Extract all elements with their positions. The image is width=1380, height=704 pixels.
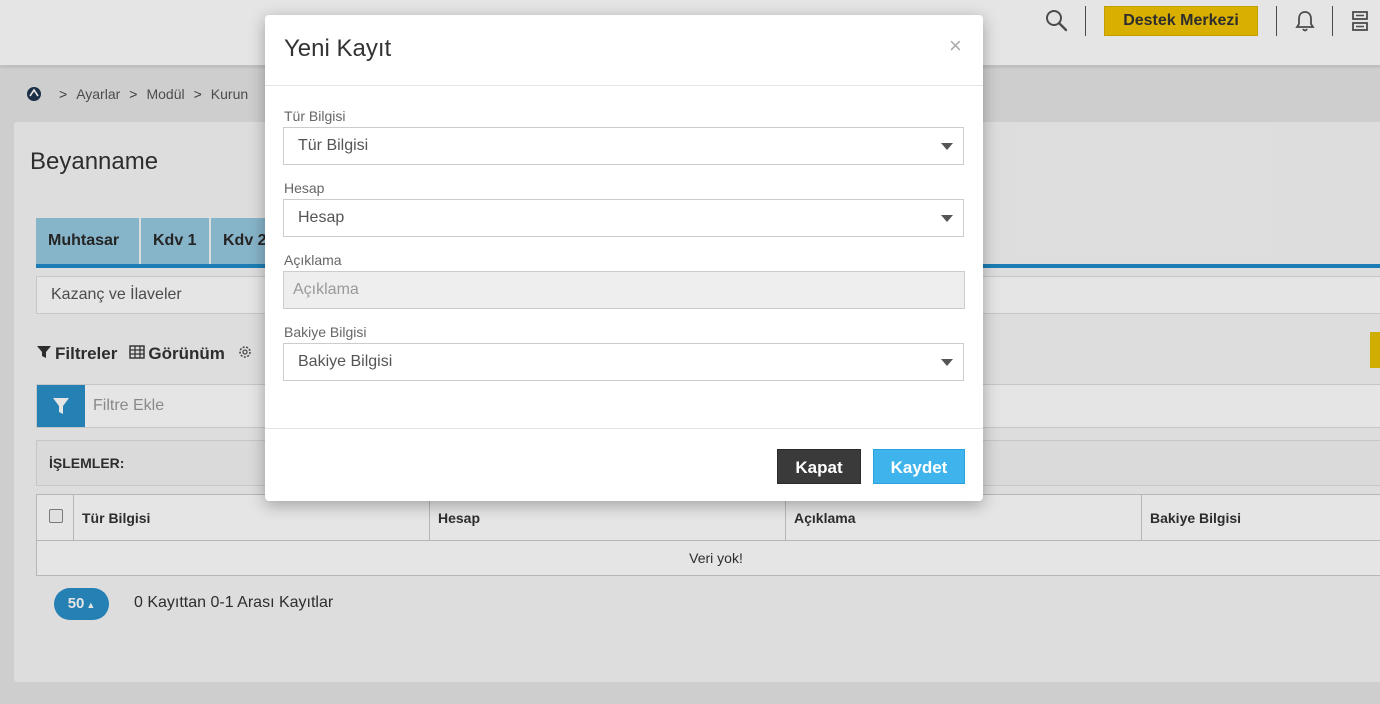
modal-title: Yeni Kayıt — [284, 35, 392, 62]
type-select-value: Tür Bilgisi — [298, 137, 369, 154]
account-label: Hesap — [284, 180, 325, 196]
caret-down-icon — [941, 359, 953, 366]
modal-footer: Kapat Kaydet — [265, 428, 983, 501]
close-button[interactable]: Kapat — [777, 449, 861, 484]
caret-down-icon — [941, 143, 953, 150]
description-field[interactable]: Açıklama — [283, 271, 965, 309]
type-select[interactable]: Tür Bilgisi — [283, 127, 964, 165]
caret-down-icon — [941, 215, 953, 222]
balance-label: Bakiye Bilgisi — [284, 324, 367, 340]
account-select-value: Hesap — [298, 209, 345, 226]
balance-select-value: Bakiye Bilgisi — [298, 353, 393, 370]
description-label: Açıklama — [284, 252, 342, 268]
type-label: Tür Bilgisi — [284, 108, 346, 124]
modal-header: Yeni Kayıt × — [265, 15, 983, 86]
new-record-modal: Yeni Kayıt × Tür Bilgisi Tür Bilgisi Hes… — [265, 15, 983, 501]
balance-select[interactable]: Bakiye Bilgisi — [283, 343, 964, 381]
close-icon[interactable]: × — [949, 33, 962, 59]
account-select[interactable]: Hesap — [283, 199, 964, 237]
save-button[interactable]: Kaydet — [873, 449, 965, 484]
